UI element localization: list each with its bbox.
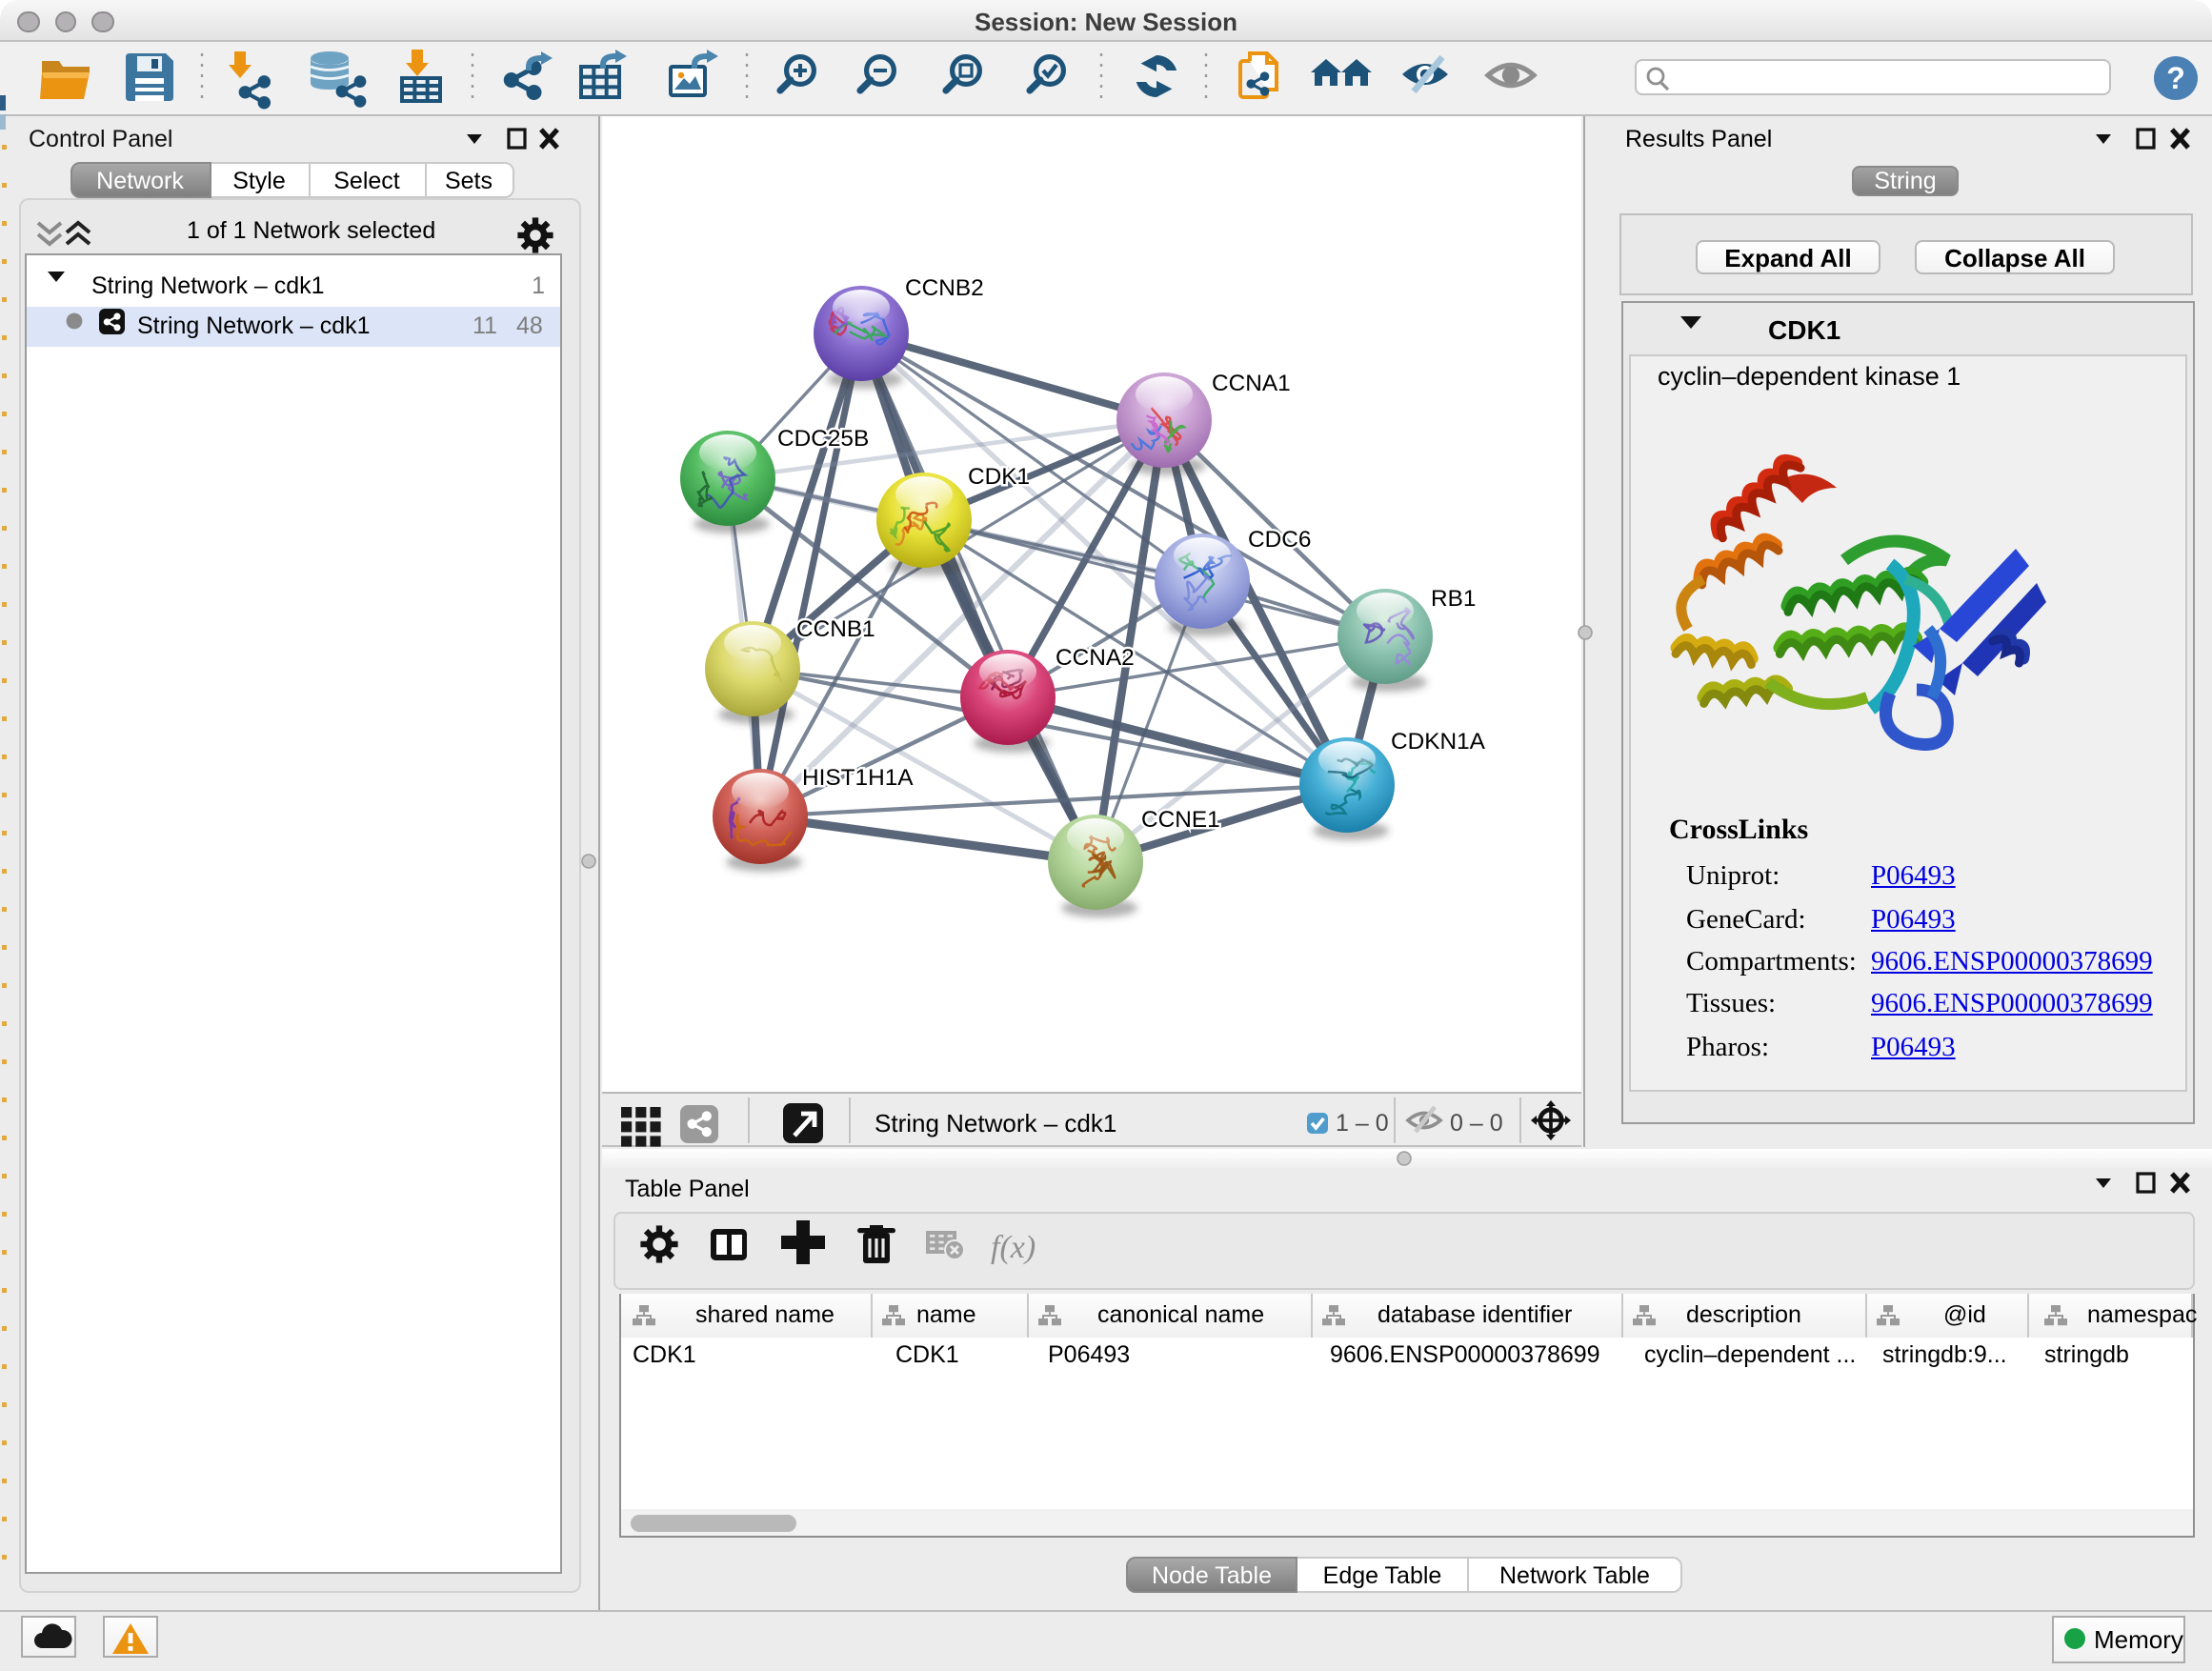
svg-text:CCNA2: CCNA2 [1056,645,1135,671]
svg-text:CCNE1: CCNE1 [1141,807,1220,833]
svg-text:CDKN1A: CDKN1A [1391,729,1486,755]
svg-text:CDC25B: CDC25B [777,426,869,452]
svg-text:RB1: RB1 [1431,586,1476,612]
svg-text:CDC6: CDC6 [1248,527,1311,553]
svg-text:CCNA1: CCNA1 [1212,371,1291,396]
svg-text:HIST1H1A: HIST1H1A [802,765,914,791]
svg-text:CCNB1: CCNB1 [796,616,875,642]
svg-text:CDK1: CDK1 [968,464,1030,490]
svg-text:CCNB2: CCNB2 [905,275,984,301]
